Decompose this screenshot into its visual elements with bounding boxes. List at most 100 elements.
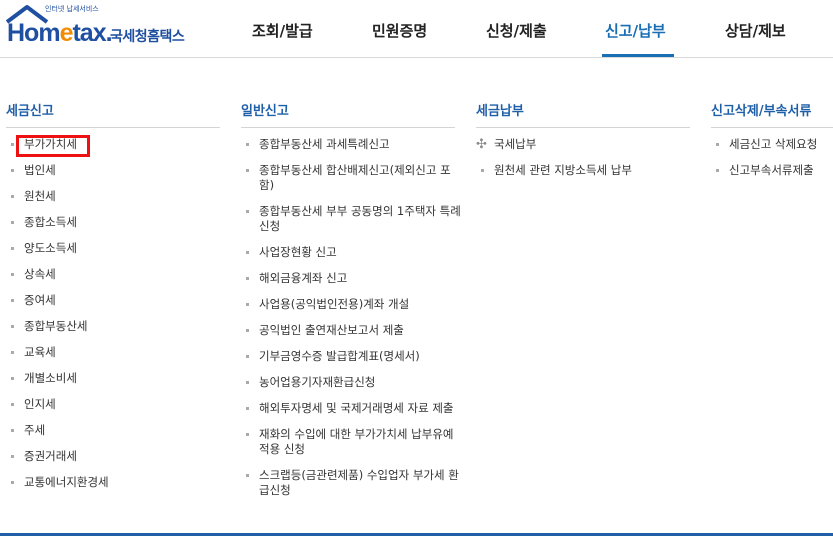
menu-item-label: 종합부동산세 부부 공동명의 1주택자 특례 신청 — [259, 204, 461, 233]
column-title-general-report: 일반신고 — [241, 104, 289, 119]
menu-item[interactable]: 원천세 — [6, 189, 109, 215]
nav-item-civil-certificate[interactable]: 민원증명 — [372, 20, 427, 41]
menu-item-label: 증여세 — [24, 293, 56, 307]
bullet-icon — [246, 251, 249, 254]
bullet-icon — [11, 481, 14, 484]
menu-item-label: 종합부동산세 과세특례신고 — [259, 137, 390, 151]
menu-item-label: 재화의 수입에 대한 부가가치세 납부유예 적용 신청 — [259, 427, 454, 456]
menu-item[interactable]: 양도소득세 — [6, 241, 109, 267]
menu-item[interactable]: 기부금영수증 발급합계표(명세서) — [241, 349, 464, 364]
menu-item[interactable]: 사업장현황 신고 — [241, 245, 464, 260]
menu-item-label: 사업용(공익법인전용)계좌 개설 — [259, 297, 410, 311]
bullet-icon — [11, 351, 14, 354]
bullet-icon — [246, 303, 249, 306]
nav-item-apply-submit[interactable]: 신청/제출 — [486, 20, 547, 41]
menu-item-label: 농어업용기자재환급신청 — [259, 375, 376, 389]
menu-item[interactable]: 종합부동산세 합산배제신고(제외신고 포함) — [241, 163, 464, 193]
menu-item-label: 국세납부 — [494, 137, 537, 151]
menu-column-report-delete: 신고삭제/부속서류 세금신고 삭제요청신고부속서류제출 — [711, 100, 833, 177]
menu-column-tax-payment: 세금납부 ✣ 국세납부원천세 관련 지방소득세 납부 — [476, 100, 690, 177]
bullet-icon — [246, 210, 249, 213]
menu-item[interactable]: 해외투자명세 및 국제거래명세 자료 제출 — [241, 401, 464, 416]
menu-item[interactable]: 농어업용기자재환급신청 — [241, 375, 464, 390]
bullet-icon — [246, 169, 249, 172]
menu-item[interactable]: 종합부동산세 — [6, 319, 109, 345]
menu-item[interactable]: 세금신고 삭제요청 — [711, 137, 817, 152]
menu-item[interactable]: 종합부동산세 과세특례신고 — [241, 137, 464, 152]
menu-item[interactable]: 개별소비세 — [6, 371, 109, 397]
menu-item[interactable]: 증권거래세 — [6, 449, 109, 475]
report-delete-list: 세금신고 삭제요청신고부속서류제출 — [711, 137, 817, 189]
highlight-box-vat — [16, 135, 90, 157]
menu-item-label: 원천세 관련 지방소득세 납부 — [494, 163, 632, 177]
menu-item-label: 공익법인 출연재산보고서 제출 — [259, 323, 404, 337]
menu-item[interactable]: 인지세 — [6, 397, 109, 423]
menu-item-label: 원천세 — [24, 189, 56, 203]
bullet-icon — [11, 377, 14, 380]
bullet-icon — [481, 169, 484, 172]
menu-item-label: 해외금융계좌 신고 — [259, 271, 348, 285]
menu-item[interactable]: 주세 — [6, 423, 109, 449]
bullet-icon — [246, 433, 249, 436]
bullet-icon — [246, 329, 249, 332]
menu-item-label: 기부금영수증 발급합계표(명세서) — [259, 349, 420, 363]
bullet-icon — [11, 299, 14, 302]
bullet-icon — [11, 221, 14, 224]
menu-item[interactable]: 증여세 — [6, 293, 109, 319]
menu-item[interactable]: 공익법인 출연재산보고서 제출 — [241, 323, 464, 338]
menu-item[interactable]: 종합소득세 — [6, 215, 109, 241]
menu-item-label: 개별소비세 — [24, 371, 77, 385]
tax-payment-list: ✣ 국세납부원천세 관련 지방소득세 납부 — [476, 137, 632, 189]
menu-item-label: 교육세 — [24, 345, 56, 359]
bullet-icon — [246, 143, 249, 146]
menu-item-label: 주세 — [24, 423, 46, 437]
top-header: 인터넷 납세서비스 Hometax. 국세청홈택스 조회/발급 민원증명 신청/… — [0, 0, 833, 58]
cross-icon: ✣ — [476, 137, 487, 152]
menu-item[interactable]: 원천세 관련 지방소득세 납부 — [476, 163, 632, 178]
menu-item[interactable]: 스크랩등(금관련제품) 수입업자 부가세 환급신청 — [241, 468, 464, 498]
bullet-icon — [246, 355, 249, 358]
menu-item[interactable]: 사업용(공익법인전용)계좌 개설 — [241, 297, 464, 312]
menu-item-label: 사업장현황 신고 — [259, 245, 337, 259]
menu-item[interactable]: 교통에너지환경세 — [6, 475, 109, 501]
menu-item[interactable]: ✣ 국세납부 — [476, 137, 632, 152]
general-report-list: 종합부동산세 과세특례신고종합부동산세 합산배제신고(제외신고 포함) 종합부동산… — [241, 137, 464, 509]
nav-item-consult-report[interactable]: 상담/제보 — [725, 20, 786, 41]
menu-item[interactable]: 신고부속서류제출 — [711, 163, 817, 178]
menu-item-label: 상속세 — [24, 267, 56, 281]
menu-item[interactable]: 해외금융계좌 신고 — [241, 271, 464, 286]
menu-item-label: 종합부동산세 — [24, 319, 88, 333]
menu-item[interactable]: 재화의 수입에 대한 부가가치세 납부유예 적용 신청 — [241, 427, 464, 457]
menu-item-label: 해외투자명세 및 국제거래명세 자료 제출 — [259, 401, 454, 415]
column-title-tax-report: 세금신고 — [6, 104, 54, 119]
menu-item-label: 종합부동산세 합산배제신고(제외신고 포함) — [259, 163, 451, 192]
menu-item[interactable]: 법인세 — [6, 163, 109, 189]
bullet-icon — [11, 195, 14, 198]
divider — [241, 127, 455, 128]
menu-item-label: 신고부속서류제출 — [729, 163, 814, 177]
menu-item[interactable]: 상속세 — [6, 267, 109, 293]
bullet-icon — [11, 403, 14, 406]
bullet-icon — [246, 474, 249, 477]
active-tab-indicator — [602, 54, 674, 57]
bullet-icon — [246, 381, 249, 384]
menu-column-general-report: 일반신고 종합부동산세 과세특례신고종합부동산세 합산배제신고(제외신고 포함)… — [241, 100, 461, 497]
menu-item-label: 스크랩등(금관련제품) 수입업자 부가세 환급신청 — [259, 468, 459, 497]
nav-item-inquiry-issue[interactable]: 조회/발급 — [252, 20, 313, 41]
column-title-tax-payment: 세금납부 — [476, 104, 524, 119]
menu-item-label: 인지세 — [24, 397, 56, 411]
menu-item-label: 종합소득세 — [24, 215, 77, 229]
menu-item[interactable]: 종합부동산세 부부 공동명의 1주택자 특례 신청 — [241, 204, 464, 234]
divider — [6, 127, 220, 128]
bullet-icon — [246, 407, 249, 410]
menu-item-label: 법인세 — [24, 163, 56, 177]
bullet-icon — [11, 247, 14, 250]
menu-item[interactable]: 교육세 — [6, 345, 109, 371]
column-title-report-delete: 신고삭제/부속서류 — [711, 104, 812, 119]
nav-item-report-pay[interactable]: 신고/납부 — [605, 20, 666, 41]
bullet-icon — [11, 455, 14, 458]
menu-item-label: 교통에너지환경세 — [24, 475, 109, 489]
bullet-icon — [11, 143, 14, 146]
divider — [476, 127, 690, 128]
bullet-icon — [11, 169, 14, 172]
